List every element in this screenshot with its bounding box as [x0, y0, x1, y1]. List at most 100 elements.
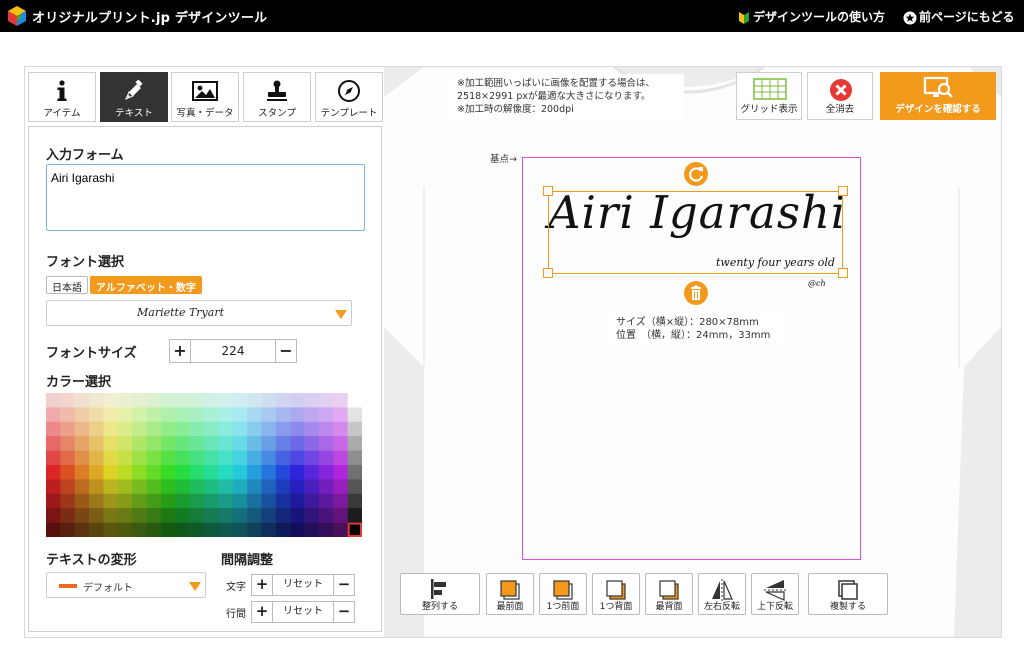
color-swatch[interactable] — [232, 493, 248, 509]
color-swatch[interactable] — [146, 436, 162, 451]
color-swatch[interactable] — [275, 436, 291, 451]
color-swatch[interactable] — [46, 436, 61, 451]
color-swatch[interactable] — [146, 522, 162, 537]
color-swatch[interactable] — [103, 450, 119, 466]
selection-box[interactable] — [548, 191, 843, 274]
bring-forward-button[interactable]: 1つ前面 — [539, 573, 587, 615]
color-swatch[interactable] — [275, 393, 291, 408]
color-swatch[interactable] — [89, 493, 104, 509]
color-swatch[interactable] — [290, 493, 305, 509]
color-swatch[interactable] — [218, 522, 234, 537]
color-swatch[interactable] — [318, 465, 334, 480]
color-swatch[interactable] — [347, 508, 362, 523]
color-swatch[interactable] — [103, 479, 119, 495]
color-swatch[interactable] — [232, 436, 248, 451]
color-swatch[interactable] — [204, 450, 219, 466]
color-swatch[interactable] — [117, 450, 133, 466]
color-swatch[interactable] — [146, 493, 162, 509]
color-swatch[interactable] — [318, 436, 334, 451]
color-swatch[interactable] — [117, 493, 133, 509]
color-swatch[interactable] — [60, 508, 76, 523]
color-swatch[interactable] — [117, 465, 133, 480]
color-swatch[interactable] — [60, 421, 76, 437]
color-swatch[interactable] — [247, 479, 262, 495]
flip-horizontal-button[interactable]: 左右反転 — [698, 573, 746, 615]
color-swatch[interactable] — [117, 436, 133, 451]
tab-stamp[interactable]: スタンプ — [243, 72, 311, 122]
color-swatch[interactable] — [117, 522, 133, 537]
color-swatch[interactable] — [46, 465, 61, 480]
color-swatch[interactable] — [333, 508, 348, 523]
color-swatch[interactable] — [218, 421, 234, 437]
color-swatch[interactable] — [117, 479, 133, 495]
color-swatch[interactable] — [175, 465, 190, 480]
color-swatch[interactable] — [247, 465, 262, 480]
font-size-value[interactable]: 224 — [191, 339, 275, 363]
color-swatch[interactable] — [333, 407, 348, 423]
color-swatch[interactable] — [132, 450, 147, 466]
color-swatch[interactable] — [333, 522, 348, 537]
color-swatch[interactable] — [189, 407, 205, 423]
color-swatch[interactable] — [318, 450, 334, 466]
color-swatch[interactable] — [318, 522, 334, 537]
color-swatch[interactable] — [347, 479, 362, 495]
char-spacing-reset-button[interactable]: リセット — [273, 574, 333, 596]
color-swatch[interactable] — [46, 493, 61, 509]
color-swatch[interactable] — [290, 407, 305, 423]
color-swatch[interactable] — [275, 493, 291, 509]
color-swatch[interactable] — [89, 508, 104, 523]
color-swatch[interactable] — [261, 436, 277, 451]
rotate-button[interactable] — [684, 162, 708, 186]
color-swatch[interactable] — [146, 407, 162, 423]
font-dropdown[interactable]: Mariette Tryart — [46, 300, 352, 326]
color-swatch[interactable] — [189, 465, 205, 480]
color-swatch[interactable] — [89, 393, 104, 408]
color-swatch[interactable] — [146, 421, 162, 437]
color-swatch[interactable] — [60, 450, 76, 466]
color-swatch[interactable] — [333, 465, 348, 480]
color-swatch[interactable] — [333, 436, 348, 451]
color-swatch[interactable] — [60, 407, 76, 423]
color-swatch[interactable] — [132, 393, 147, 408]
color-swatch[interactable] — [318, 421, 334, 437]
color-swatch[interactable] — [333, 450, 348, 466]
text-input[interactable] — [46, 164, 365, 231]
color-swatch[interactable] — [204, 421, 219, 437]
color-swatch[interactable] — [132, 436, 147, 451]
color-swatch[interactable] — [103, 436, 119, 451]
color-swatch[interactable] — [160, 450, 176, 466]
color-swatch[interactable] — [160, 393, 176, 408]
color-swatch[interactable] — [290, 450, 305, 466]
color-swatch[interactable] — [261, 393, 277, 408]
color-swatch[interactable] — [89, 421, 104, 437]
color-swatch[interactable] — [103, 465, 119, 480]
color-swatch[interactable] — [204, 493, 219, 509]
color-swatch[interactable] — [261, 465, 277, 480]
color-swatch[interactable] — [218, 479, 234, 495]
color-swatch[interactable] — [117, 421, 133, 437]
color-swatch[interactable] — [132, 479, 147, 495]
lang-alphanumeric-button[interactable]: アルファベット・数字 — [90, 276, 202, 294]
color-swatch[interactable] — [304, 436, 320, 451]
color-swatch[interactable] — [160, 508, 176, 523]
color-swatch[interactable] — [304, 465, 320, 480]
color-swatch[interactable] — [290, 436, 305, 451]
color-swatch[interactable] — [89, 450, 104, 466]
color-swatch[interactable] — [117, 393, 133, 408]
tab-photo-data[interactable]: 写真・データ — [171, 72, 239, 122]
color-swatch[interactable] — [103, 393, 119, 408]
color-swatch[interactable] — [175, 493, 190, 509]
color-swatch[interactable] — [60, 465, 76, 480]
text-transform-dropdown[interactable]: デフォルト — [46, 572, 206, 598]
color-swatch[interactable] — [247, 407, 262, 423]
color-swatch[interactable] — [232, 421, 248, 437]
color-swatch[interactable] — [261, 508, 277, 523]
line-spacing-reset-button[interactable]: リセット — [273, 601, 333, 623]
color-swatch[interactable] — [175, 393, 190, 408]
color-swatch[interactable] — [275, 450, 291, 466]
color-swatch[interactable] — [103, 407, 119, 423]
color-swatch[interactable] — [232, 393, 248, 408]
color-swatch[interactable] — [103, 493, 119, 509]
color-swatch[interactable] — [261, 450, 277, 466]
color-swatch[interactable] — [232, 522, 248, 537]
